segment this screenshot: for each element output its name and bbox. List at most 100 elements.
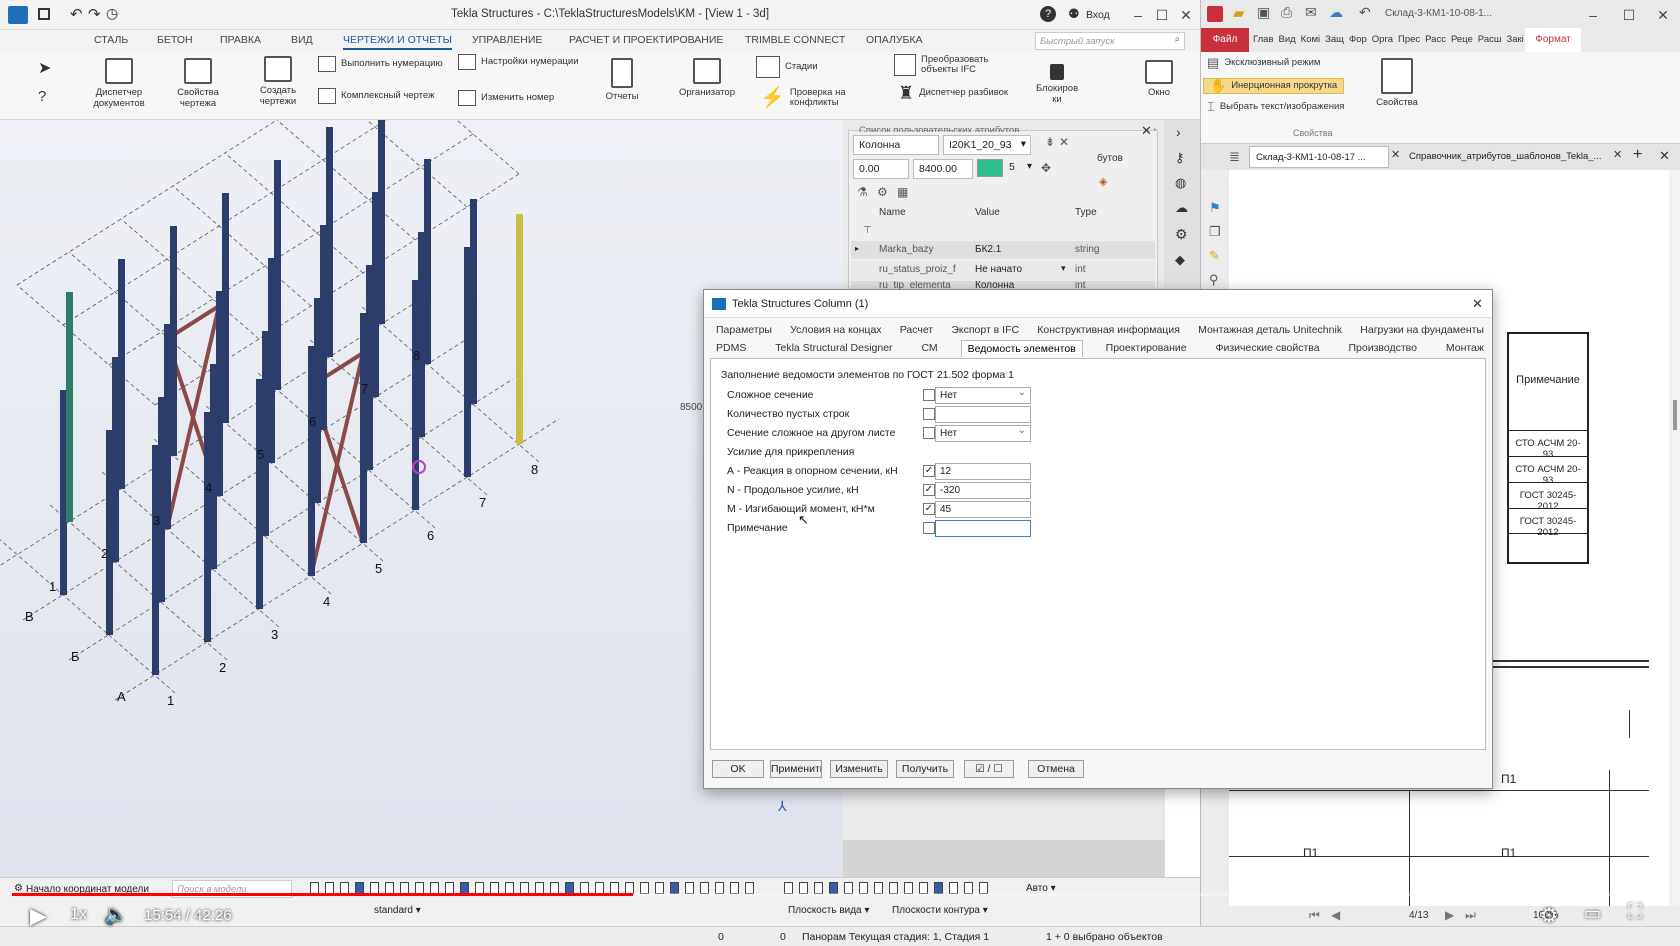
create-drawings-button[interactable]: Создать чертежи (248, 56, 308, 107)
new-tab-icon[interactable]: + (1633, 146, 1642, 164)
move-icon[interactable]: ✥ (1041, 161, 1051, 175)
change-number-button[interactable]: Изменить номер (458, 90, 588, 106)
maximize-icon[interactable]: ☐ (1619, 6, 1639, 24)
layout-manager-button[interactable]: ♜ Диспетчер разбивок (898, 84, 1028, 102)
volume-icon[interactable]: 🔈 (104, 903, 128, 927)
doc-tab-1-close-icon[interactable]: ✕ (1391, 148, 1400, 161)
pdf-menu-item[interactable]: Расш (1478, 34, 1502, 45)
pdf-menu-item[interactable]: Комі (1301, 34, 1320, 45)
cloud-icon[interactable]: ☁ (1175, 200, 1188, 216)
print-icon[interactable]: ⎙ (1281, 4, 1292, 21)
pdf-tab-file[interactable]: Файл (1201, 28, 1249, 52)
properties-button[interactable]: Свойства (1371, 58, 1423, 108)
video-progress-track[interactable] (12, 893, 1668, 896)
attr-row-value[interactable]: Не начато (975, 264, 1022, 275)
dialog-close-icon[interactable]: ✕ (1472, 296, 1483, 312)
history-icon[interactable]: ◷ (106, 5, 118, 22)
doc-tab-2-close-icon[interactable]: ✕ (1613, 148, 1622, 161)
dialog-tab-row2-6[interactable]: Производство (1342, 340, 1422, 357)
toggle-all-button[interactable]: ☑ / ☐ (964, 760, 1014, 778)
start-value-field[interactable]: 0.00 (853, 159, 909, 179)
doc-tab-1[interactable]: Склад-3-КМ1-10-08-17 ... (1249, 146, 1389, 168)
field-input[interactable]: -320 (935, 482, 1031, 499)
minimize-icon[interactable]: – (1128, 6, 1148, 24)
dialog-tab-row1-6[interactable]: Нагрузки на фундаменты (1354, 322, 1490, 338)
numbering-settings-button[interactable]: Настройки нумерации (458, 54, 588, 70)
pdf-tab-format[interactable]: Формат (1525, 28, 1581, 52)
pdf-menu-item[interactable]: Орга (1372, 34, 1393, 45)
field-checkbox[interactable] (923, 408, 935, 420)
object-type-field[interactable]: Колонна (853, 135, 939, 155)
cloud-icon[interactable]: ☁ (1329, 4, 1343, 21)
complex-drawing-button[interactable]: Комплексный чертеж (318, 88, 448, 104)
dialog-tab-row2-2[interactable]: СМ (915, 340, 943, 357)
exclusive-mode-button[interactable]: ▤ Эксклюзивный режим (1207, 56, 1320, 69)
dialog-tab-row2-0[interactable]: PDMS (710, 340, 752, 357)
cube-icon[interactable]: ◆ (1175, 252, 1185, 268)
close-icon[interactable]: ✕ (1653, 6, 1673, 24)
minimize-icon[interactable]: – (1583, 6, 1603, 24)
color-class-swatch[interactable] (977, 159, 1003, 177)
expand-row-icon[interactable]: ▸ (855, 244, 859, 253)
tab-edit[interactable]: ПРАВКА (220, 34, 261, 46)
save-icon[interactable]: ▣ (1257, 4, 1270, 21)
play-icon[interactable]: ▶ (30, 903, 47, 929)
settings-icon[interactable]: ⚙ (1175, 226, 1188, 243)
stages-button[interactable]: Стадии (756, 56, 866, 78)
save-icon[interactable] (38, 8, 50, 20)
tab-concrete[interactable]: БЕТОН (157, 34, 193, 46)
close-small-icon[interactable]: ✕ (1059, 135, 1069, 149)
dialog-tab-row1-2[interactable]: Расчет (894, 322, 939, 338)
pdf-scrollbar[interactable] (1673, 400, 1677, 430)
pdf-menu-item[interactable]: Глав (1253, 34, 1273, 45)
cancel-button[interactable]: Отмена (1028, 760, 1084, 778)
convert-ifc-button[interactable]: Преобразовать объекты IFC (894, 54, 1024, 76)
tab-drawings-reports[interactable]: ЧЕРТЕЖИ И ОТЧЕТЫ (343, 34, 452, 50)
field-checkbox[interactable]: ✓ (923, 503, 935, 515)
select-text-button[interactable]: ⌶ Выбрать текст/изображения (1207, 100, 1344, 113)
dialog-tab-row2-5[interactable]: Физические свойства (1210, 340, 1326, 357)
field-input[interactable]: 12 (935, 463, 1031, 480)
field-input[interactable] (935, 406, 1031, 423)
field-input[interactable] (935, 520, 1031, 537)
drawing-properties-button[interactable]: Свойства чертежа (166, 58, 230, 109)
tab-view[interactable]: ВИД (291, 34, 313, 46)
field-select[interactable]: Нет (935, 425, 1031, 442)
reports-button[interactable]: Отчеты (600, 58, 644, 102)
chevron-down-icon[interactable]: ▾ (1061, 263, 1066, 274)
class-value[interactable]: 5 (1009, 161, 1015, 173)
panel-close-icon[interactable]: ✕ (1141, 123, 1152, 139)
settings-icon[interactable]: ⚙ (1540, 903, 1558, 928)
dialog-tab-row1-0[interactable]: Параметры (710, 322, 778, 338)
ok-button[interactable]: OK (712, 760, 764, 778)
key-icon[interactable]: ⚷ (1175, 150, 1185, 166)
pdf-menu-item[interactable]: Реце (1451, 34, 1473, 45)
redo-icon[interactable]: ↷ (88, 5, 101, 23)
dialog-tab-row1-4[interactable]: Конструктивная информация (1031, 322, 1186, 338)
dialog-tab-row2-3[interactable]: Ведомость элементов (960, 340, 1083, 357)
close-icon[interactable]: ✕ (1176, 6, 1196, 24)
attr-tool-icon-1[interactable]: ⚗ (857, 185, 868, 199)
clash-check-button[interactable]: ⚡ Проверка на конфликты (760, 88, 870, 109)
dialog-tab-row1-5[interactable]: Монтажная деталь Unitechnik (1192, 322, 1348, 338)
dialog-tab-row2-7[interactable]: Монтаж (1440, 340, 1490, 357)
profile-field[interactable]: I20K1_20_93 ▾ (943, 135, 1031, 155)
pages-icon[interactable]: ❐ (1209, 224, 1221, 240)
end-value-field[interactable]: 8400.00 (913, 159, 973, 179)
bookmark-icon[interactable]: ⚑ (1209, 200, 1221, 216)
field-input[interactable]: 45 (935, 501, 1031, 518)
globe-icon[interactable]: ◍ (1175, 175, 1186, 191)
mail-icon[interactable]: ✉ (1305, 4, 1317, 21)
modify-button[interactable]: Изменить (830, 760, 888, 778)
field-checkbox[interactable] (923, 389, 935, 401)
window-button[interactable]: Окно (1138, 60, 1180, 98)
help-tool-icon[interactable]: ? (38, 88, 46, 105)
doc-tab-2[interactable]: Справочник_атрибутов_шаблонов_Tekla_... (1403, 146, 1613, 168)
tab-steel[interactable]: СТАЛЬ (94, 34, 128, 46)
pdf-menu-item[interactable]: Защ (1325, 34, 1344, 45)
miniplayer-icon[interactable]: ▭ (1584, 903, 1601, 924)
expand-icon[interactable]: › (1176, 124, 1181, 140)
attr-row[interactable]: ▸ Marka_bazy БК2.1 string (851, 241, 1155, 259)
field-checkbox[interactable]: ✓ (923, 465, 935, 477)
tab-management[interactable]: УПРАВЛЕНИЕ (472, 34, 542, 46)
